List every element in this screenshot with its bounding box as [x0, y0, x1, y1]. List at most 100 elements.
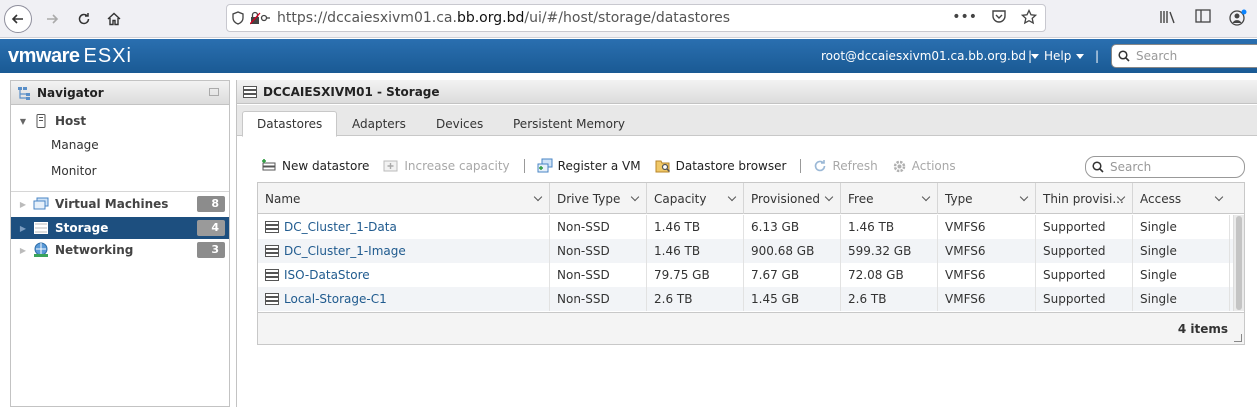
nav-item-host[interactable]: ▼ Host	[11, 110, 229, 132]
resize-handle-icon[interactable]	[1234, 334, 1242, 342]
sidebar-toggle-icon[interactable]	[1195, 9, 1211, 31]
table-cell: 900.68 GB	[744, 239, 841, 263]
column-header-free[interactable]: Free	[841, 183, 938, 214]
url-text[interactable]: https://dccaiesxivm01.ca.bb.org.bd/ui/#/…	[277, 10, 730, 26]
help-menu[interactable]: Help	[1044, 49, 1085, 63]
table-row[interactable]: ISO-DataStore Non-SSD 79.75 GB 7.67 GB 72.08…	[258, 263, 1233, 287]
column-header-type[interactable]: Type	[938, 183, 1036, 214]
datastore-browser-button[interactable]: Datastore browser	[655, 159, 786, 173]
page-actions-icon[interactable]: •••	[952, 9, 977, 29]
count-badge: 8	[197, 196, 225, 212]
column-header-name[interactable]: Name	[258, 183, 550, 214]
collapse-navigator-icon[interactable]	[209, 88, 219, 96]
navigator-title: Navigator	[11, 81, 229, 105]
toolbar-separator	[523, 159, 525, 173]
caret-down-icon	[1031, 54, 1040, 59]
column-header-thin-provisioning[interactable]: Thin provisi...	[1036, 183, 1133, 214]
chevron-down-icon[interactable]	[533, 192, 543, 202]
header-search-input[interactable]: Search	[1111, 44, 1257, 68]
tab-datastores[interactable]: Datastores	[242, 111, 338, 137]
column-header-access[interactable]: Access	[1133, 183, 1230, 214]
table-cell: Supported	[1036, 263, 1133, 287]
nav-item-manage[interactable]: Manage	[11, 134, 229, 156]
toolbar-separator	[800, 159, 802, 173]
triangle-right-icon[interactable]: ▶	[17, 224, 29, 233]
tab-adapters[interactable]: Adapters	[338, 111, 420, 136]
back-button[interactable]	[4, 5, 32, 33]
table-cell[interactable]: Local-Storage-C1	[258, 287, 550, 311]
table-cell: 1.46 TB	[647, 215, 744, 239]
forward-button[interactable]	[38, 5, 66, 33]
chevron-down-icon[interactable]	[921, 192, 931, 202]
home-button[interactable]	[100, 5, 128, 33]
column-header-capacity[interactable]: Capacity	[647, 183, 744, 214]
table-cell: 2.6 TB	[841, 287, 938, 311]
nav-item-virtual-machines[interactable]: ▶ Virtual Machines 8	[11, 193, 229, 215]
header-separator: |	[1095, 49, 1100, 63]
new-datastore-icon	[261, 159, 277, 173]
table-row[interactable]: DC_Cluster_1-Data Non-SSD 1.46 TB 6.13 GB 1.…	[258, 215, 1233, 239]
esxi-header: vmware ESXi root@dccaiesxivm01.ca.bb.org.…	[0, 39, 1257, 73]
pocket-icon[interactable]	[991, 9, 1007, 29]
nav-item-networking[interactable]: ▶ Networking 3	[11, 239, 229, 261]
table-cell[interactable]: DC_Cluster_1-Data	[258, 215, 550, 239]
table-cell: Non-SSD	[550, 287, 647, 311]
table-cell: 72.08 GB	[841, 263, 938, 287]
table-cell: Non-SSD	[550, 215, 647, 239]
chevron-down-icon[interactable]	[630, 192, 640, 202]
shield-icon[interactable]	[227, 11, 249, 25]
nav-item-storage[interactable]: ▶ Storage 4	[11, 217, 229, 239]
datastore-browser-icon	[655, 159, 671, 173]
host-icon	[33, 114, 49, 128]
account-icon[interactable]	[1229, 9, 1247, 31]
tab-persistent-memory[interactable]: Persistent Memory	[499, 111, 639, 136]
reload-button[interactable]	[70, 5, 98, 33]
triangle-right-icon[interactable]: ▶	[17, 246, 29, 255]
chevron-down-icon[interactable]	[1019, 192, 1029, 202]
table-cell: VMFS6	[938, 287, 1036, 311]
storage-icon	[33, 221, 49, 235]
refresh-button[interactable]: Refresh	[813, 159, 878, 173]
table-row[interactable]: DC_Cluster_1-Image Non-SSD 1.46 TB 900.68 G…	[258, 239, 1233, 263]
url-bar[interactable]: https://dccaiesxivm01.ca.bb.org.bd/ui/#/…	[226, 4, 1046, 32]
main-panel: DCCAIESXIVM01 - Storage Datastores Adapt…	[236, 80, 1257, 407]
table-cell: Single	[1133, 215, 1230, 239]
scrollbar-thumb[interactable]	[1236, 216, 1242, 310]
table-scrollbar[interactable]	[1233, 215, 1244, 311]
new-datastore-button[interactable]: New datastore	[261, 159, 369, 173]
chevron-down-icon[interactable]	[1214, 192, 1224, 202]
insecure-lock-icon[interactable]	[249, 11, 271, 25]
table-cell[interactable]: DC_Cluster_1-Image	[258, 239, 550, 263]
arrow-left-icon	[11, 14, 23, 24]
column-header-drive-type[interactable]: Drive Type	[550, 183, 647, 214]
network-icon	[33, 242, 49, 257]
table-cell: 6.13 GB	[744, 215, 841, 239]
table-cell: Supported	[1036, 287, 1133, 311]
datastore-icon	[265, 221, 279, 233]
increase-capacity-button[interactable]: Increase capacity	[383, 159, 510, 173]
table-cell[interactable]: ISO-DataStore	[258, 263, 550, 287]
chevron-down-icon[interactable]	[727, 192, 737, 202]
column-header-provisioned[interactable]: Provisioned	[744, 183, 841, 214]
search-icon	[1092, 161, 1104, 173]
chevron-down-icon[interactable]	[824, 192, 834, 202]
user-menu[interactable]: root@dccaiesxivm01.ca.bb.org.bd	[821, 49, 1040, 63]
search-icon	[1118, 50, 1130, 62]
navigator-panel: Navigator ▼ Host Manage Monitor ▶ Virtua…	[10, 80, 230, 407]
refresh-icon	[813, 159, 827, 173]
nav-item-monitor[interactable]: Monitor	[11, 160, 229, 182]
actions-button[interactable]: Actions	[892, 159, 956, 174]
table-row[interactable]: Local-Storage-C1 Non-SSD 2.6 TB 1.45 GB 2.6 …	[258, 287, 1233, 311]
table-header: Name Drive Type Capacity Provisioned Fre…	[258, 183, 1244, 214]
tab-bar: Datastores Adapters Devices Persistent M…	[237, 105, 1257, 137]
bookmark-star-icon[interactable]	[1020, 8, 1038, 29]
library-icon[interactable]	[1159, 9, 1177, 31]
triangle-right-icon[interactable]: ▶	[17, 200, 29, 209]
table-cell: VMFS6	[938, 263, 1036, 287]
triangle-down-icon[interactable]: ▼	[17, 117, 29, 126]
home-icon	[107, 12, 121, 26]
register-vm-button[interactable]: Register a VM	[537, 158, 641, 174]
tab-devices[interactable]: Devices	[422, 111, 497, 136]
table-cell: Single	[1133, 263, 1230, 287]
datastore-search-input[interactable]: Search	[1085, 156, 1245, 178]
